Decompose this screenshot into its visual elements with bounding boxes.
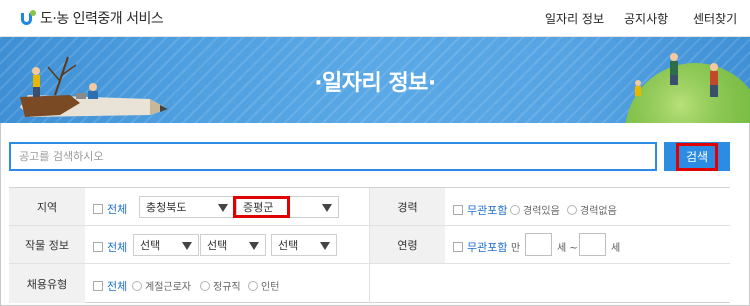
experience-label: 경력	[369, 188, 445, 225]
crop-select-2[interactable]: 선택	[200, 234, 266, 256]
region-all-checkbox[interactable]: 전체	[93, 201, 127, 217]
province-select[interactable]: 충청북도	[139, 196, 235, 218]
experience-no-label: 경력없음	[580, 206, 617, 217]
crop-select-1[interactable]: 선택	[133, 234, 199, 256]
crop-select-3[interactable]: 선택	[271, 234, 337, 256]
radio-icon	[200, 280, 210, 291]
age-prefix: 만	[511, 243, 521, 254]
province-value: 충청북도	[146, 201, 187, 214]
chevron-down-icon	[249, 242, 259, 250]
district-select-highlight	[233, 196, 290, 218]
experience-yes-radio[interactable]: 경력있음	[510, 202, 560, 217]
employment-intern-radio[interactable]: 인턴	[248, 278, 279, 293]
checkbox-icon	[93, 242, 103, 252]
filter-row: 지역 전체 충청북도 증평군 경력 무관포함 경력있음 경력없음	[9, 188, 730, 226]
region-label: 지역	[9, 188, 85, 225]
checkbox-icon	[93, 281, 103, 291]
search-button-highlight	[676, 143, 718, 171]
banner-illustration-right	[625, 53, 750, 123]
employment-intern-label: 인턴	[261, 282, 280, 293]
age-any-label: 무관포함	[467, 241, 508, 254]
experience-no-radio[interactable]: 경력없음	[567, 202, 617, 217]
checkbox-icon	[453, 242, 463, 252]
crop-all-label: 전체	[107, 241, 128, 254]
radio-icon	[248, 280, 258, 291]
empty-cell	[369, 264, 730, 303]
age-mid: 세 ~	[557, 243, 578, 254]
employment-label: 채용유형	[9, 264, 85, 303]
filter-table: 지역 전체 충청북도 증평군 경력 무관포함 경력있음 경력없음 작물 정보 전…	[9, 187, 730, 303]
experience-any-checkbox[interactable]: 무관포함	[453, 202, 507, 218]
nav-job-info[interactable]: 일자리 정보	[545, 0, 604, 37]
employment-fulltime-radio[interactable]: 정규직	[200, 278, 241, 293]
filter-row: 작물 정보 전체 선택 선택 선택 연령 무관포함 만 세 ~ 세	[9, 226, 730, 264]
employment-seasonal-label: 계절근로자	[145, 282, 191, 293]
age-suffix: 세	[611, 243, 621, 254]
checkbox-icon	[453, 205, 463, 215]
crop-select-3-value: 선택	[278, 239, 299, 252]
checkbox-icon	[93, 204, 103, 214]
employment-fulltime-label: 정규직	[213, 282, 241, 293]
nav-find-center[interactable]: 센터찾기	[693, 0, 737, 37]
employment-seasonal-radio[interactable]: 계절근로자	[132, 278, 191, 293]
crop-all-checkbox[interactable]: 전체	[93, 239, 127, 255]
chevron-down-icon	[322, 204, 332, 212]
experience-yes-label: 경력있음	[523, 206, 560, 217]
experience-any-label: 무관포함	[467, 204, 508, 217]
logo-text: 도·농 인력중개 서비스	[40, 11, 164, 27]
age-label: 연령	[369, 226, 445, 263]
radio-icon	[132, 280, 142, 291]
age-max-input[interactable]	[579, 233, 606, 256]
logo[interactable]: 도·농 인력중개 서비스	[21, 8, 164, 28]
chevron-down-icon	[182, 242, 192, 250]
age-any-checkbox[interactable]: 무관포함	[453, 239, 507, 255]
crop-select-1-value: 선택	[140, 239, 161, 252]
crop-label: 작물 정보	[9, 226, 85, 263]
header: 도·농 인력중개 서비스 일자리 정보 공지사항 센터찾기	[0, 0, 750, 37]
region-all-label: 전체	[107, 203, 128, 216]
filter-row: 채용유형 전체 계절근로자 정규직 인턴	[9, 264, 730, 303]
logo-icon	[21, 10, 37, 26]
chevron-down-icon	[218, 204, 228, 212]
crop-select-2-value: 선택	[207, 239, 228, 252]
age-min-input[interactable]	[525, 233, 552, 256]
radio-icon	[567, 204, 577, 215]
search-input[interactable]	[9, 142, 657, 171]
employment-all-label: 전체	[107, 280, 128, 293]
chevron-down-icon	[320, 242, 330, 250]
hero-banner: ·일자리 정보·	[0, 37, 750, 123]
employment-all-checkbox[interactable]: 전체	[93, 278, 127, 294]
nav-notice[interactable]: 공지사항	[624, 0, 668, 37]
radio-icon	[510, 204, 520, 215]
